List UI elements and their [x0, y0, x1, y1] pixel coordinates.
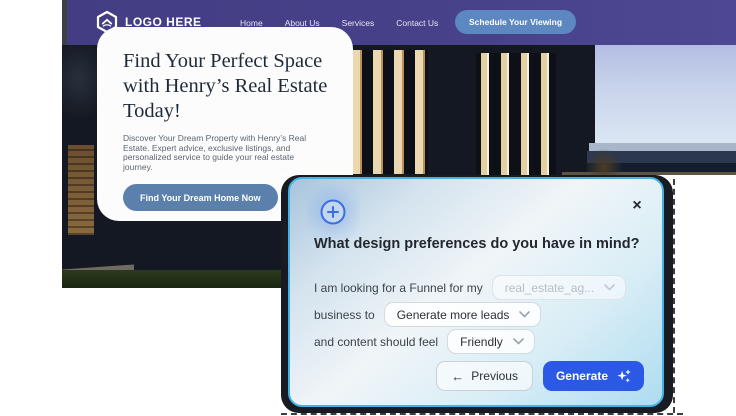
tone-select-value: Friendly: [460, 335, 503, 349]
lit-brick-wall: [68, 145, 94, 235]
sky-area: [595, 45, 736, 144]
industry-select[interactable]: real_estate_ag...: [492, 275, 626, 300]
goal-select-value: Generate more leads: [397, 308, 510, 322]
arrow-left-icon: ←: [451, 370, 464, 383]
lit-windows-group-b: [476, 53, 556, 178]
previous-button[interactable]: ← Previous: [436, 361, 533, 391]
schedule-viewing-button[interactable]: Schedule Your Viewing: [455, 10, 576, 34]
selection-dashed-right: [673, 179, 675, 413]
sparkle-icon: [616, 369, 631, 384]
lit-windows-group-a: [348, 50, 428, 174]
nav-item-contact[interactable]: Contact Us: [396, 18, 438, 28]
field-label: business to: [314, 308, 375, 322]
modal-title: What design preferences do you have in m…: [314, 236, 644, 252]
screenshot-canvas: LOGO HERE Home About Us Services Contact…: [0, 0, 736, 416]
goal-select[interactable]: Generate more leads: [384, 302, 542, 327]
chevron-down-icon: [513, 338, 524, 345]
field-label: I am looking for a Funnel for my: [314, 281, 483, 295]
generate-button[interactable]: Generate: [543, 361, 644, 391]
field-row-content-tone: and content should feel Friendly: [314, 329, 535, 354]
modal-footer: ← Previous Generate: [436, 361, 644, 391]
field-label: and content should feel: [314, 335, 438, 349]
hero-title: Find Your Perfect Space with Henry’s Rea…: [123, 49, 331, 124]
field-row-funnel-for: I am looking for a Funnel for my real_es…: [314, 275, 626, 300]
plus-circle-icon: [319, 198, 347, 226]
nav-item-home[interactable]: Home: [240, 18, 263, 28]
selection-dashed-bottom: [281, 413, 683, 415]
close-icon[interactable]: ×: [628, 197, 646, 215]
generate-button-label: Generate: [556, 369, 608, 383]
chevron-down-icon: [604, 284, 615, 291]
industry-select-value: real_estate_ag...: [505, 281, 594, 295]
nav-item-about[interactable]: About Us: [285, 18, 320, 28]
hero-description: Discover Your Dream Property with Henry’…: [123, 134, 313, 172]
site-header-edge: [62, 0, 67, 45]
previous-button-label: Previous: [471, 369, 518, 383]
chevron-down-icon: [519, 311, 530, 318]
field-row-business-goal: business to Generate more leads: [314, 302, 541, 327]
tone-select[interactable]: Friendly: [447, 329, 535, 354]
design-preferences-modal: × What design preferences do you have in…: [288, 177, 664, 407]
find-dream-home-button[interactable]: Find Your Dream Home Now: [123, 184, 278, 211]
nav-item-services[interactable]: Services: [342, 18, 375, 28]
modal-fragment: × What design preferences do you have in…: [281, 175, 736, 416]
